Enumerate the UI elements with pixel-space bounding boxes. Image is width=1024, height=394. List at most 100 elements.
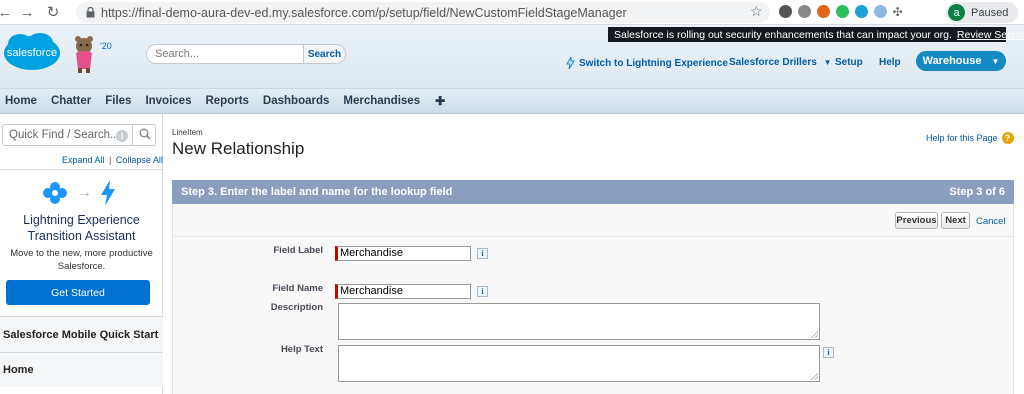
- resize-handle-icon[interactable]: [811, 373, 818, 380]
- logo-text: salesforce: [7, 47, 57, 59]
- mascot-icon: [75, 36, 93, 73]
- field-name-input[interactable]: Merchandise: [335, 284, 471, 299]
- review-security-alert-link[interactable]: Review Security Alert: [957, 29, 1024, 41]
- reload-icon[interactable]: ↻: [42, 1, 64, 23]
- help-text-label: Help Text: [280, 344, 323, 355]
- form-panel: Previous Next Cancel Field Label Merchan…: [172, 204, 1014, 394]
- release-year-badge: '20: [100, 41, 112, 51]
- help-text-info-icon[interactable]: i: [823, 347, 834, 358]
- user-menu[interactable]: Salesforce Drillers ▼: [729, 57, 832, 68]
- help-icon: ?: [1001, 132, 1014, 144]
- tab-files[interactable]: Files: [105, 95, 131, 107]
- lightning-bolt-icon: [101, 180, 115, 206]
- app-menu-button[interactable]: Warehouse ▼: [916, 51, 1006, 71]
- tab-bar: Home Chatter Files Invoices Reports Dash…: [0, 88, 1024, 114]
- lex-assistant-subtitle: Move to the new, more productive Salesfo…: [0, 247, 163, 273]
- browser-toolbar: ← → ↻ https://final-demo-aura-dev-ed.my.…: [0, 0, 1024, 25]
- profile-status: Paused: [971, 6, 1009, 19]
- puzzle-icon[interactable]: ✣: [893, 5, 903, 19]
- expand-all-link[interactable]: Expand All: [62, 155, 105, 165]
- lock-icon: [86, 7, 95, 18]
- tab-reports[interactable]: Reports: [205, 95, 248, 107]
- expand-collapse-links: Expand All | Collapse All: [62, 155, 163, 165]
- quick-find-input[interactable]: Quick Find / Search... i: [2, 124, 156, 146]
- url-prefix: https://: [101, 5, 139, 20]
- help-text-textarea[interactable]: [338, 345, 820, 382]
- extension-icon-1[interactable]: [778, 5, 792, 18]
- main-content: LineItem New Relationship Help for this …: [163, 114, 1024, 394]
- object-label: LineItem: [172, 128, 203, 137]
- extension-icon-5[interactable]: [854, 5, 868, 18]
- star-icon[interactable]: ☆: [750, 3, 763, 20]
- previous-button[interactable]: Previous: [895, 212, 938, 229]
- tab-home[interactable]: Home: [5, 95, 37, 107]
- lex-title-line-2: Transition Assistant: [27, 229, 136, 243]
- search-input[interactable]: Search...: [146, 44, 304, 64]
- next-button[interactable]: Next: [941, 212, 970, 229]
- setup-link[interactable]: Setup: [835, 57, 863, 68]
- page-title: New Relationship: [172, 139, 305, 158]
- step-title: Step 3. Enter the label and name for the…: [181, 186, 453, 198]
- address-bar[interactable]: https://final-demo-aura-dev-ed.my.salesf…: [76, 2, 770, 23]
- quick-find-placeholder: Quick Find / Search...: [9, 129, 120, 141]
- field-name-info-icon[interactable]: i: [477, 286, 488, 297]
- help-link[interactable]: Help: [879, 57, 901, 68]
- url-host: final-demo-aura-dev-ed.my.salesforce.com: [138, 5, 376, 20]
- flower-icon: [43, 182, 67, 204]
- description-label: Description: [270, 302, 323, 313]
- tab-chatter[interactable]: Chatter: [51, 95, 91, 107]
- lightning-bolt-icon: [566, 57, 575, 69]
- field-name-label: Field Name: [272, 283, 323, 294]
- profile-avatar: a: [948, 4, 965, 21]
- field-label-input[interactable]: Merchandise: [335, 246, 471, 261]
- global-search: Search... Search: [146, 44, 346, 64]
- extension-icons: ☆ ✣: [750, 3, 903, 20]
- sidebar-item-home[interactable]: Home: [0, 352, 163, 387]
- profile-button[interactable]: a Paused: [946, 2, 1018, 23]
- url-path: /p/setup/field/NewCustomFieldStageManage…: [375, 5, 627, 20]
- cancel-link[interactable]: Cancel: [976, 216, 1006, 227]
- info-icon[interactable]: i: [116, 130, 128, 142]
- app-menu-label: Warehouse: [922, 55, 982, 67]
- collapse-all-link[interactable]: Collapse All: [116, 155, 163, 165]
- lex-sub-line-2: Salesforce.: [57, 261, 106, 272]
- sidebar-item-mobile-quick-start[interactable]: Salesforce Mobile Quick Start: [0, 316, 163, 352]
- extension-icon-2[interactable]: [797, 5, 811, 18]
- step-header: Step 3. Enter the label and name for the…: [172, 180, 1014, 204]
- divider: [132, 125, 133, 145]
- forward-icon[interactable]: →: [16, 1, 38, 23]
- description-textarea[interactable]: [338, 303, 820, 340]
- add-tab-icon[interactable]: ✚: [435, 94, 445, 108]
- help-for-page-label: Help for this Page: [926, 133, 998, 143]
- get-started-button[interactable]: Get Started: [6, 280, 150, 305]
- switch-lightning-link[interactable]: Switch to Lightning Experience: [566, 57, 728, 69]
- search-icon[interactable]: [139, 128, 151, 140]
- tab-merchandises[interactable]: Merchandises: [343, 95, 420, 107]
- setup-sidebar: Quick Find / Search... i Expand All | Co…: [0, 114, 163, 394]
- lex-sub-line-1: Move to the new, more productive: [10, 248, 153, 259]
- sf-header: salesforce '20 Search... Search Salesfor…: [0, 25, 1024, 88]
- arrow-right-icon: →: [76, 184, 92, 201]
- resize-handle-icon[interactable]: [811, 331, 818, 338]
- transition-icons: →: [42, 180, 116, 206]
- tab-invoices[interactable]: Invoices: [145, 95, 191, 107]
- evernote-icon[interactable]: [835, 5, 849, 18]
- step-count: Step 3 of 6: [949, 186, 1005, 198]
- divider: [0, 169, 163, 170]
- lex-title-line-1: Lightning Experience: [23, 213, 140, 227]
- lex-assistant-title: Lightning Experience Transition Assistan…: [0, 212, 163, 244]
- search-button[interactable]: Search: [304, 44, 346, 64]
- back-icon[interactable]: ←: [0, 1, 16, 23]
- tab-dashboards[interactable]: Dashboards: [263, 95, 329, 107]
- url-text: https://final-demo-aura-dev-ed.my.salesf…: [101, 6, 627, 20]
- help-for-page-link[interactable]: Help for this Page ?: [926, 132, 1014, 144]
- security-alert-banner: Salesforce is rolling out security enhan…: [608, 27, 1024, 42]
- switch-lightning-label: Switch to Lightning Experience: [579, 57, 728, 69]
- salesforce-logo[interactable]: salesforce: [2, 31, 62, 73]
- field-label-info-icon[interactable]: i: [477, 248, 488, 259]
- caret-down-icon: ▼: [991, 56, 1000, 66]
- user-menu-label: Salesforce Drillers: [729, 57, 817, 68]
- extension-icon-3[interactable]: [816, 5, 830, 18]
- extension-icon-6[interactable]: [873, 5, 887, 18]
- field-label-label: Field Label: [273, 245, 323, 256]
